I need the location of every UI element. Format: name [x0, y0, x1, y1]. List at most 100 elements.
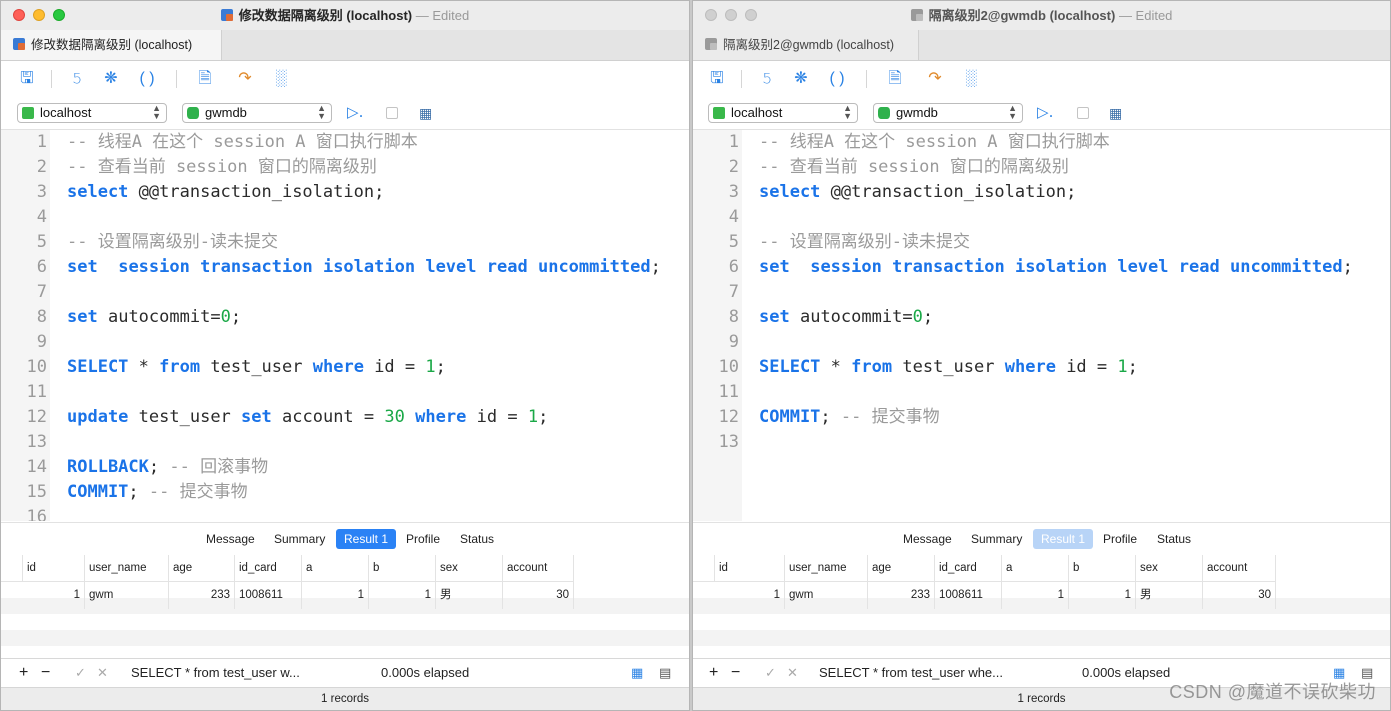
- code-line[interactable]: 14 ROLLBACK; -- 回滚事物: [1, 455, 689, 480]
- explain-icon[interactable]: 🗎: [885, 69, 905, 89]
- document-tab[interactable]: 隔离级别2@gwmdb (localhost): [693, 30, 919, 60]
- parentheses-icon[interactable]: ( ): [827, 69, 847, 89]
- tree-icon[interactable]: ▦: [1109, 105, 1122, 122]
- code-line[interactable]: 12 update test_user set account = 30 wher…: [1, 405, 689, 430]
- code-line[interactable]: 13: [693, 430, 1390, 455]
- code-line[interactable]: 10 SELECT * from test_user where id = 1;: [693, 355, 1390, 380]
- grid-view-icon[interactable]: ▦: [631, 659, 643, 687]
- format-icon[interactable]: 𝟻: [757, 69, 777, 89]
- stop-icon[interactable]: [1077, 107, 1089, 119]
- chart-icon[interactable]: ░: [271, 69, 291, 89]
- parentheses-icon[interactable]: ( ): [137, 69, 157, 89]
- add-icon[interactable]: +: [709, 659, 718, 687]
- table-cell[interactable]: gwm: [785, 582, 868, 609]
- code-line[interactable]: 3 select @@transaction_isolation;: [693, 180, 1390, 205]
- table-cell[interactable]: 30: [1203, 582, 1276, 609]
- add-icon[interactable]: +: [19, 659, 28, 687]
- export-icon[interactable]: ↷: [235, 69, 255, 89]
- code-line[interactable]: 9: [693, 330, 1390, 355]
- database-select[interactable]: gwmdb ▲ ▼: [182, 103, 332, 123]
- run-icon[interactable]: ▷․: [347, 103, 364, 121]
- result-grid[interactable]: id user_name age id_card a b sex account 1 gwm 233…: [693, 555, 1390, 657]
- column-header[interactable]: user_name: [785, 555, 868, 582]
- code-line[interactable]: 11: [693, 380, 1390, 405]
- column-header[interactable]: account: [503, 555, 574, 582]
- tab-status[interactable]: Status: [1149, 529, 1199, 549]
- code-line[interactable]: 10 SELECT * from test_user where id = 1;: [1, 355, 689, 380]
- save-icon[interactable]: 🖫: [707, 69, 727, 89]
- table-cell[interactable]: 1: [1002, 582, 1069, 609]
- code-line[interactable]: 8 set autocommit=0;: [1, 305, 689, 330]
- tab-result-1[interactable]: Result 1: [336, 529, 397, 549]
- code-line[interactable]: 2 -- 查看当前 session 窗口的隔离级别: [1, 155, 689, 180]
- code-line[interactable]: 3 select @@transaction_isolation;: [1, 180, 689, 205]
- code-line[interactable]: 8 set autocommit=0;: [693, 305, 1390, 330]
- table-cell[interactable]: 男: [1136, 582, 1203, 609]
- column-header[interactable]: id_card: [235, 555, 302, 582]
- code-line[interactable]: 16: [1, 505, 689, 521]
- save-icon[interactable]: 🖫: [17, 69, 37, 89]
- cross-icon[interactable]: ✕: [787, 659, 798, 687]
- column-header[interactable]: user_name: [85, 555, 169, 582]
- check-icon[interactable]: ✓: [765, 659, 776, 687]
- code-line[interactable]: 4: [693, 205, 1390, 230]
- column-header[interactable]: sex: [436, 555, 503, 582]
- table-cell[interactable]: 1008611: [935, 582, 1002, 609]
- code-line[interactable]: 2 -- 查看当前 session 窗口的隔离级别: [693, 155, 1390, 180]
- remove-icon[interactable]: −: [41, 659, 50, 687]
- run-icon[interactable]: ▷․: [1037, 103, 1054, 121]
- result-grid[interactable]: id user_name age id_card a b sex account 1 gwm 233…: [1, 555, 689, 657]
- column-header[interactable]: account: [1203, 555, 1276, 582]
- tab-profile[interactable]: Profile: [398, 529, 448, 549]
- table-cell[interactable]: 男: [436, 582, 503, 609]
- check-icon[interactable]: ✓: [75, 659, 86, 687]
- column-header[interactable]: age: [169, 555, 235, 582]
- table-cell[interactable]: 233: [169, 582, 235, 609]
- connection-select[interactable]: localhost ▲ ▼: [17, 103, 167, 123]
- code-line[interactable]: 15 COMMIT; -- 提交事物: [1, 480, 689, 505]
- code-line[interactable]: 6 set session transaction isolation level…: [1, 255, 689, 280]
- table-cell[interactable]: 1: [715, 582, 785, 609]
- document-tab[interactable]: 修改数据隔离级别 (localhost): [1, 30, 222, 60]
- column-header[interactable]: b: [1069, 555, 1136, 582]
- code-line[interactable]: 5 -- 设置隔离级别-读未提交: [1, 230, 689, 255]
- table-cell[interactable]: 233: [868, 582, 935, 609]
- column-header[interactable]: b: [369, 555, 436, 582]
- table-cell[interactable]: 1: [23, 582, 85, 609]
- form-view-icon[interactable]: ▤: [659, 659, 671, 687]
- table-cell[interactable]: 1: [1069, 582, 1136, 609]
- code-line[interactable]: 12 COMMIT; -- 提交事物: [693, 405, 1390, 430]
- title-bar[interactable]: 修改数据隔离级别 (localhost) — Edited: [1, 1, 689, 30]
- tab-summary[interactable]: Summary: [266, 529, 333, 549]
- remove-icon[interactable]: −: [731, 659, 740, 687]
- tab-message[interactable]: Message: [198, 529, 263, 549]
- column-header[interactable]: a: [302, 555, 369, 582]
- title-bar[interactable]: 隔离级别2@gwmdb (localhost) — Edited: [693, 1, 1390, 30]
- column-header[interactable]: sex: [1136, 555, 1203, 582]
- export-icon[interactable]: ↷: [925, 69, 945, 89]
- chart-icon[interactable]: ░: [961, 69, 981, 89]
- code-line[interactable]: 7: [1, 280, 689, 305]
- beautify-icon[interactable]: ❋: [101, 69, 121, 89]
- code-line[interactable]: 7: [693, 280, 1390, 305]
- format-icon[interactable]: 𝟻: [67, 69, 87, 89]
- tab-profile[interactable]: Profile: [1095, 529, 1145, 549]
- tree-icon[interactable]: ▦: [419, 105, 432, 122]
- code-line[interactable]: 9: [1, 330, 689, 355]
- sql-editor[interactable]: 1 -- 线程A 在这个 session A 窗口执行脚本 2 -- 查看当前 ses…: [693, 130, 1390, 521]
- code-line[interactable]: 4: [1, 205, 689, 230]
- code-line[interactable]: 11: [1, 380, 689, 405]
- column-header[interactable]: age: [868, 555, 935, 582]
- tab-result-1[interactable]: Result 1: [1033, 529, 1094, 549]
- table-cell[interactable]: gwm: [85, 582, 169, 609]
- code-line[interactable]: 1 -- 线程A 在这个 session A 窗口执行脚本: [693, 130, 1390, 155]
- table-cell[interactable]: 1008611: [235, 582, 302, 609]
- tab-message[interactable]: Message: [895, 529, 960, 549]
- connection-select[interactable]: localhost ▲ ▼: [708, 103, 858, 123]
- tab-status[interactable]: Status: [452, 529, 502, 549]
- code-line[interactable]: 1 -- 线程A 在这个 session A 窗口执行脚本: [1, 130, 689, 155]
- sql-editor[interactable]: 1 -- 线程A 在这个 session A 窗口执行脚本 2 -- 查看当前 ses…: [1, 130, 689, 521]
- code-line[interactable]: 5 -- 设置隔离级别-读未提交: [693, 230, 1390, 255]
- tab-summary[interactable]: Summary: [963, 529, 1030, 549]
- explain-icon[interactable]: 🗎: [195, 69, 215, 89]
